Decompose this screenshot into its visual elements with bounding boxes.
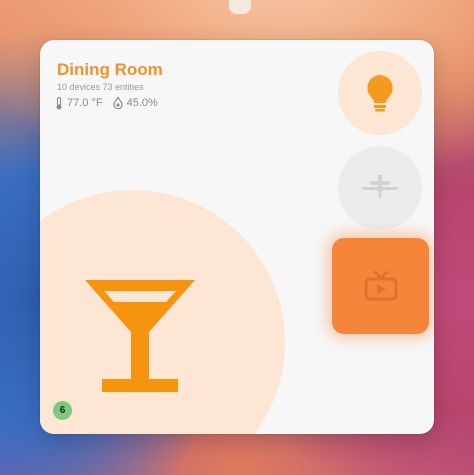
window-notch [229, 0, 251, 14]
room-title: Dining Room [57, 60, 163, 79]
room-card[interactable]: Dining Room 10 devices 73 entities 77.0 … [40, 40, 434, 434]
television-icon [364, 271, 397, 301]
lightbulb-icon [367, 75, 393, 112]
sensor-row: 77.0 °F 45.0% [55, 96, 164, 110]
status-badge[interactable]: 6 [53, 401, 72, 420]
tv-toggle-button[interactable] [332, 238, 429, 334]
thermometer-icon [55, 96, 63, 110]
light-toggle-button[interactable] [338, 51, 422, 135]
cocktail-glass-icon [85, 280, 195, 392]
room-summary: 10 devices 73 entities [57, 82, 144, 92]
humidity-value: 45.0% [126, 97, 158, 109]
temperature-value: 77.0 °F [67, 97, 103, 109]
ceiling-fan-icon [362, 175, 398, 198]
water-drop-icon [112, 97, 123, 109]
fan-toggle-button[interactable] [338, 146, 422, 230]
